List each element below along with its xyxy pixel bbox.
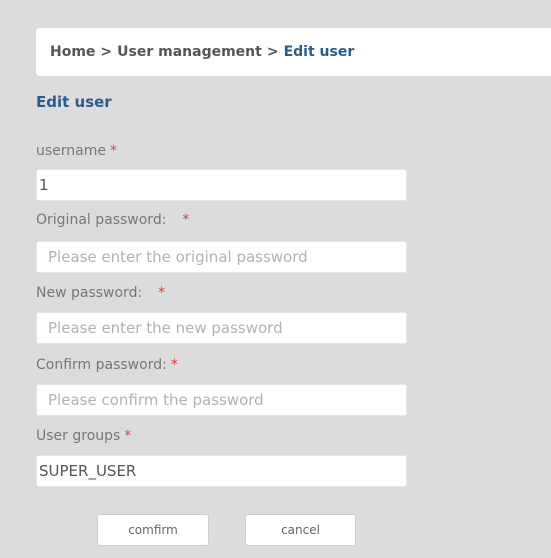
original-password-label-text: Original password: xyxy=(36,212,167,228)
user-groups-label: User groups * xyxy=(36,428,131,444)
new-password-label-text: New password: xyxy=(36,285,143,301)
username-input[interactable] xyxy=(36,169,407,201)
username-label: username * xyxy=(36,143,117,159)
confirm-password-label: Confirm password: * xyxy=(36,357,178,373)
required-mark: * xyxy=(182,212,190,228)
page-title: Edit user xyxy=(36,93,112,111)
required-mark: * xyxy=(170,357,178,373)
cancel-button[interactable]: cancel xyxy=(245,514,356,546)
original-password-input[interactable] xyxy=(36,241,407,273)
new-password-input[interactable] xyxy=(36,312,407,344)
confirm-button[interactable]: comfirm xyxy=(97,514,209,546)
required-mark: * xyxy=(110,143,117,159)
breadcrumb: Home > User management > Edit user xyxy=(36,28,551,76)
required-mark: * xyxy=(158,285,166,301)
breadcrumb-separator: > xyxy=(100,44,113,60)
confirm-password-label-text: Confirm password: xyxy=(36,357,167,373)
user-groups-input[interactable] xyxy=(36,455,407,487)
confirm-password-input[interactable] xyxy=(36,384,407,416)
original-password-label: Original password: * xyxy=(36,212,189,228)
breadcrumb-separator: > xyxy=(266,44,279,60)
new-password-label: New password: * xyxy=(36,285,165,301)
required-mark: * xyxy=(124,428,132,444)
breadcrumb-current: Edit user xyxy=(283,44,355,60)
username-label-text: username xyxy=(36,143,106,159)
breadcrumb-home-link[interactable]: Home xyxy=(50,44,95,60)
user-groups-label-text: User groups xyxy=(36,428,121,444)
breadcrumb-user-management-link[interactable]: User management xyxy=(117,44,262,60)
